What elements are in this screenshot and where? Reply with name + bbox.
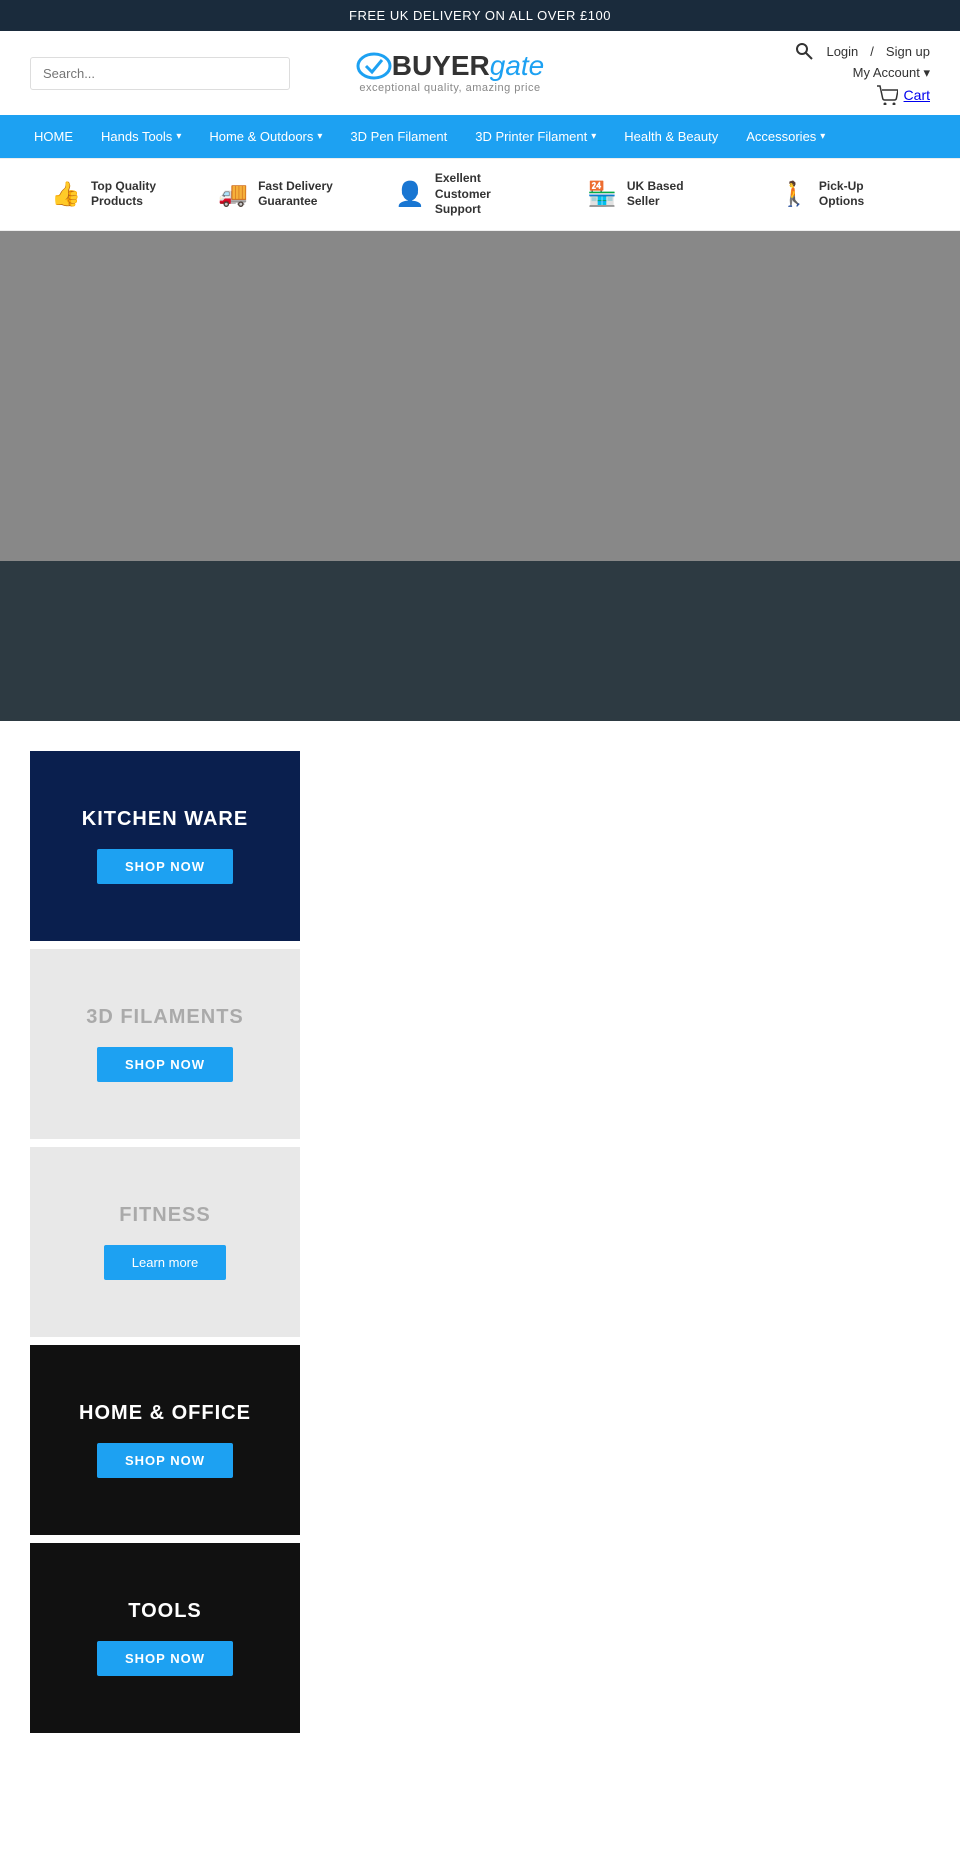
hero-banner <box>0 231 960 561</box>
search-input[interactable] <box>30 57 290 90</box>
category-tools: TOOLS SHOP NOW <box>30 1543 300 1733</box>
category-filaments: 3D FILAMENTS SHOP NOW <box>30 949 300 1139</box>
feature-delivery: 🚚 Fast DeliveryGuarantee <box>218 179 333 210</box>
nav-accessories[interactable]: Accessories ▾ <box>732 115 839 158</box>
login-link[interactable]: Login <box>826 44 858 59</box>
uk-seller-text: UK Based Seller <box>627 179 717 210</box>
dark-section <box>0 561 960 721</box>
signup-link[interactable]: Sign up <box>886 44 930 59</box>
my-account-link[interactable]: My Account ▾ <box>853 65 930 81</box>
category-section: KITCHEN WARE SHOP NOW 3D FILAMENTS SHOP … <box>0 721 960 1771</box>
nav-hands-tools[interactable]: Hands Tools ▾ <box>87 115 195 158</box>
filaments-title: 3D FILAMENTS <box>86 1006 244 1029</box>
kitchen-shop-btn[interactable]: SHOP NOW <box>97 849 233 884</box>
cart-icon[interactable] <box>876 85 898 105</box>
3d-printer-arrow: ▾ <box>591 131 596 142</box>
logo[interactable]: BUYERgate exceptional quality, amazing p… <box>356 50 545 94</box>
cart-link[interactable]: Cart <box>904 87 930 103</box>
tools-title: TOOLS <box>128 1600 202 1623</box>
support-icon: 👤 <box>395 180 425 209</box>
top-banner: FREE UK DELIVERY ON ALL OVER £100 <box>0 0 960 31</box>
logo-gate: gate <box>490 50 545 82</box>
delivery-icon: 🚚 <box>218 180 248 209</box>
uk-seller-icon: 🏪 <box>587 180 617 209</box>
nav-health-beauty[interactable]: Health & Beauty <box>610 115 732 158</box>
header-actions: Login / Sign up My Account ▾ Cart <box>610 41 930 105</box>
pickup-text: Pick-Up Options <box>819 179 909 210</box>
tools-shop-btn[interactable]: SHOP NOW <box>97 1641 233 1676</box>
account-row: Login / Sign up <box>794 41 930 61</box>
search-icon[interactable] <box>794 41 814 61</box>
home-office-shop-btn[interactable]: SHOP NOW <box>97 1443 233 1478</box>
home-office-title: HOME & OFFICE <box>79 1402 251 1425</box>
feature-uk-seller: 🏪 UK Based Seller <box>587 179 717 210</box>
search-area <box>30 57 290 90</box>
category-fitness: FITNESS Learn more <box>30 1147 300 1337</box>
category-kitchen: KITCHEN WARE SHOP NOW <box>30 751 300 941</box>
feature-support: 👤 Exellent CustomerSupport <box>395 171 525 218</box>
pickup-icon: 🚶 <box>779 180 809 209</box>
filaments-shop-btn[interactable]: SHOP NOW <box>97 1047 233 1082</box>
nav-bar: HOME Hands Tools ▾ Home & Outdoors ▾ 3D … <box>0 115 960 158</box>
fitness-title: FITNESS <box>119 1204 210 1227</box>
fitness-learn-btn[interactable]: Learn more <box>104 1245 226 1280</box>
quality-text: Top QualityProducts <box>91 179 156 210</box>
logo-subtitle: exceptional quality, amazing price <box>356 82 545 94</box>
feature-quality: 👍 Top QualityProducts <box>51 179 156 210</box>
nav-3d-pen-filament[interactable]: 3D Pen Filament <box>336 115 461 158</box>
home-outdoors-arrow: ▾ <box>317 131 322 142</box>
nav-home[interactable]: HOME <box>20 115 87 158</box>
features-bar: 👍 Top QualityProducts 🚚 Fast DeliveryGua… <box>0 158 960 231</box>
hands-tools-arrow: ▾ <box>176 131 181 142</box>
logo-area: BUYERgate exceptional quality, amazing p… <box>290 50 610 96</box>
quality-icon: 👍 <box>51 180 81 209</box>
logo-icon <box>356 52 392 80</box>
header: BUYERgate exceptional quality, amazing p… <box>0 31 960 115</box>
logo-buyer: BUYER <box>392 50 490 82</box>
delivery-text: Fast DeliveryGuarantee <box>258 179 333 210</box>
category-home-office: HOME & OFFICE SHOP NOW <box>30 1345 300 1535</box>
accessories-arrow: ▾ <box>820 131 825 142</box>
support-text: Exellent CustomerSupport <box>435 171 525 218</box>
kitchen-title: KITCHEN WARE <box>82 808 248 831</box>
my-account-row: My Account ▾ <box>853 65 930 81</box>
nav-home-outdoors[interactable]: Home & Outdoors ▾ <box>195 115 336 158</box>
feature-pickup: 🚶 Pick-Up Options <box>779 179 909 210</box>
cart-row: Cart <box>876 85 930 105</box>
nav-3d-printer-filament[interactable]: 3D Printer Filament ▾ <box>461 115 610 158</box>
